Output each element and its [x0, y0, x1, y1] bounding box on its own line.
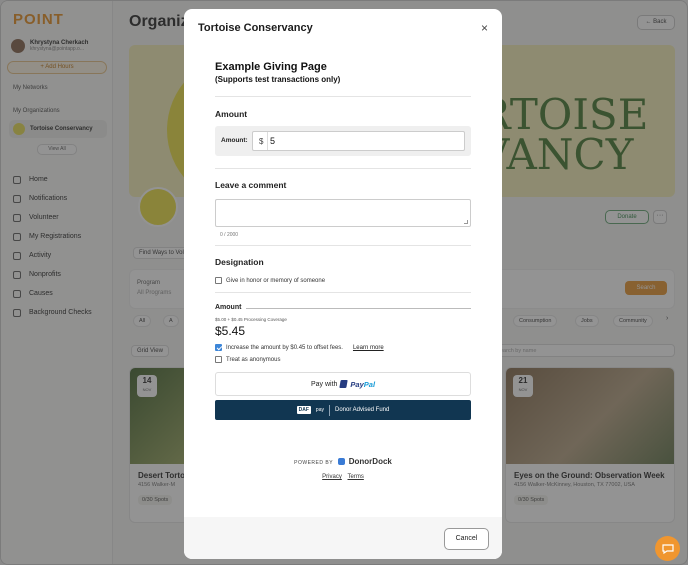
- paypal-logo: PayPal: [350, 379, 376, 389]
- offset-fees-label: Increase the amount by $0.45 to offset f…: [226, 344, 343, 351]
- divider: [215, 245, 471, 246]
- divider: [215, 168, 471, 169]
- modal-header: Tortoise Conservancy ×: [184, 9, 502, 47]
- chat-button[interactable]: [655, 536, 680, 561]
- divider: [246, 308, 471, 309]
- divider: [215, 96, 471, 97]
- amount-value: 5: [270, 136, 276, 146]
- daf-pay-button[interactable]: DAF pay Donor Advised Fund: [215, 400, 471, 420]
- amount-summary-heading: Amount: [215, 304, 242, 311]
- resize-handle-icon[interactable]: [464, 220, 468, 224]
- amount-total: $5.45: [215, 324, 246, 338]
- donation-modal: Tortoise Conservancy × Example Giving Pa…: [184, 9, 502, 559]
- anonymous-checkbox[interactable]: [215, 356, 222, 363]
- divider: [215, 292, 471, 293]
- amount-box: Amount: $ 5: [215, 126, 471, 156]
- daf-pay-label: pay: [315, 407, 324, 413]
- modal-body: Example Giving Page (Supports test trans…: [184, 47, 502, 517]
- offset-fees-checkbox[interactable]: [215, 344, 222, 351]
- daf-label: Donor Advised Fund: [334, 407, 390, 413]
- close-icon[interactable]: ×: [481, 21, 488, 35]
- honor-checkbox[interactable]: [215, 277, 222, 284]
- amount-section-title: Amount: [215, 109, 248, 119]
- pay-with-label: Pay with: [310, 380, 338, 388]
- anonymous-row[interactable]: Treat as anonymous: [215, 356, 280, 363]
- modal-title: Tortoise Conservancy: [198, 22, 313, 34]
- comment-textarea[interactable]: [215, 199, 471, 227]
- amount-breakdown: $5.00 + $0.45 Processing Coverage: [215, 317, 287, 322]
- donordock-brand: DonorDock: [348, 457, 392, 466]
- cancel-button[interactable]: Cancel: [444, 528, 489, 550]
- amount-label: Amount:: [221, 137, 248, 144]
- offset-fees-row[interactable]: Increase the amount by $0.45 to offset f…: [215, 344, 384, 351]
- chat-icon: [661, 543, 674, 554]
- terms-link[interactable]: Terms: [348, 474, 364, 480]
- footer-links: Privacy Terms: [184, 474, 502, 480]
- divider: [328, 404, 330, 416]
- learn-more-link[interactable]: Learn more: [353, 345, 384, 351]
- amount-input[interactable]: $ 5: [252, 131, 465, 151]
- designation-section-title: Designation: [215, 257, 264, 267]
- privacy-link[interactable]: Privacy: [322, 474, 342, 480]
- honor-label: Give in honor or memory of someone: [226, 277, 326, 284]
- paypal-icon: [339, 380, 349, 388]
- honor-checkbox-row[interactable]: Give in honor or memory of someone: [215, 277, 325, 284]
- divider: [267, 132, 268, 150]
- paypal-button[interactable]: Pay with PayPal: [215, 372, 471, 396]
- anonymous-label: Treat as anonymous: [226, 356, 281, 363]
- comment-section-title: Leave a comment: [215, 180, 287, 190]
- char-count: 0 / 2000: [220, 232, 239, 238]
- modal-footer: Cancel: [184, 517, 502, 559]
- giving-page-heading: Example Giving Page: [215, 61, 327, 73]
- powered-by: POWERED BY DonorDock: [294, 457, 392, 466]
- giving-page-subheading: (Supports test transactions only): [215, 75, 341, 84]
- daf-logo: DAF: [296, 406, 311, 414]
- donordock-icon: [337, 458, 345, 465]
- currency-symbol: $: [259, 137, 264, 146]
